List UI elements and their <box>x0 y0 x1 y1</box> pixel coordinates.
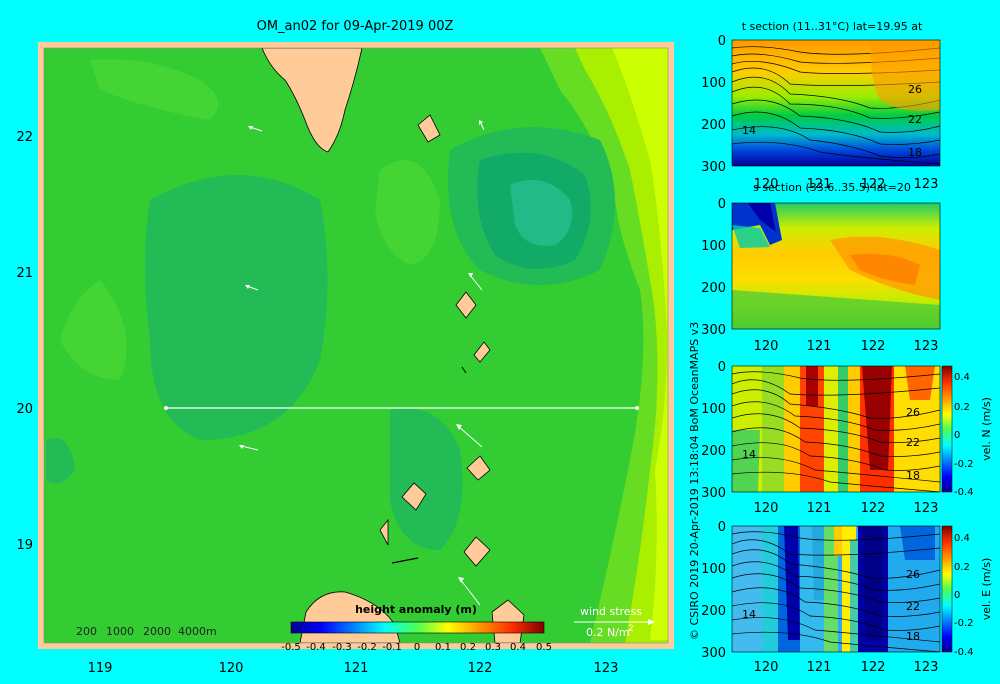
colorbar-tick: 0 <box>414 642 420 653</box>
depth-legend-item: 200 <box>76 625 97 638</box>
colorbar-tick: 0.4 <box>510 642 526 653</box>
vel-n-panel: 0 100 200 300 120 121 122 123 26 22 18 1… <box>701 360 993 516</box>
x-tick: 123 <box>914 177 939 192</box>
height-anomaly-colorbar <box>290 621 545 634</box>
contour-label: 14 <box>742 124 756 137</box>
panel-title: s section (33.6..35.5) lat=20 <box>753 181 911 194</box>
contour-label: 14 <box>742 608 756 621</box>
y-tick: 300 <box>701 486 726 501</box>
colorbar-tick: 0.2 <box>460 642 476 653</box>
y-tick: 300 <box>701 323 726 338</box>
contour-label: 14 <box>742 448 756 461</box>
credit-text: © CSIRO 2019 20-Apr-2019 13:18:04 BoM Oc… <box>688 322 701 640</box>
wind-scale-value: 0.2 N/m <box>586 626 630 639</box>
y-tick: 0 <box>718 34 726 49</box>
x-tick: 121 <box>807 339 832 354</box>
map-title: OM_an02 for 09-Apr-2019 00Z <box>257 19 454 34</box>
figure-canvas: OM_an02 for 09-Apr-2019 00Z 119 120 121 … <box>16 19 993 676</box>
map-y-tick: 21 <box>16 266 33 281</box>
colorbar-tick: 0.4 <box>954 372 970 383</box>
x-tick: 123 <box>914 501 939 516</box>
y-tick: 200 <box>701 444 726 459</box>
wind-stress-label: wind stress <box>580 605 642 618</box>
contour-label: 18 <box>908 146 922 159</box>
x-tick: 122 <box>861 660 886 675</box>
x-tick: 123 <box>914 660 939 675</box>
x-tick: 121 <box>807 660 832 675</box>
colorbar-tick: 0.4 <box>954 533 970 544</box>
colorbar-tick: 0.5 <box>536 642 552 653</box>
colorbar-tick: 0 <box>954 590 960 601</box>
colorbar-tick: -0.4 <box>954 487 974 498</box>
map-x-tick: 121 <box>344 661 369 676</box>
s-section-panel: s section (33.6..35.5) lat=20 0 100 200 … <box>701 181 941 354</box>
colorbar-tick: 0.2 <box>954 402 970 413</box>
x-tick: 120 <box>754 339 779 354</box>
map-y-tick: 19 <box>16 538 33 553</box>
y-tick: 100 <box>701 562 726 577</box>
colorbar-tick: -0.3 <box>332 642 352 653</box>
y-tick: 300 <box>701 646 726 661</box>
depth-legend-item: 2000 <box>143 625 171 638</box>
y-tick: 100 <box>701 239 726 254</box>
colorbar-title: height anomaly (m) <box>355 603 477 616</box>
colorbar-tick: -0.4 <box>306 642 326 653</box>
map-x-tick: 119 <box>88 661 113 676</box>
x-tick: 120 <box>754 501 779 516</box>
x-tick: 122 <box>861 339 886 354</box>
y-tick: 300 <box>701 160 726 175</box>
map-y-ticks: 22 21 20 19 <box>16 130 33 553</box>
colorbar-tick: -0.5 <box>281 642 301 653</box>
colorbar-tick: -0.4 <box>954 647 974 658</box>
depth-legend-item: 1000 <box>106 625 134 638</box>
wind-scale-superscript: 2 <box>628 624 634 634</box>
vel-e-panel: 0 100 200 300 120 121 122 123 26 22 18 1… <box>701 520 993 675</box>
contour-label: 18 <box>906 469 920 482</box>
x-tick: 121 <box>807 501 832 516</box>
contour-label: 22 <box>906 436 920 449</box>
y-tick: 0 <box>718 360 726 375</box>
y-tick: 0 <box>718 520 726 535</box>
vel-n-colorbar <box>941 365 953 493</box>
x-tick: 122 <box>861 501 886 516</box>
map-x-tick: 123 <box>594 661 619 676</box>
map-y-tick: 20 <box>16 402 33 417</box>
y-tick: 200 <box>701 281 726 296</box>
y-tick: 200 <box>701 118 726 133</box>
colorbar-tick: -0.2 <box>954 618 974 629</box>
t-section-panel: t section (11..31°C) lat=19.95 at 0 100 … <box>701 20 941 192</box>
vel-e-colorbar <box>941 525 953 653</box>
panel-title: t section (11..31°C) lat=19.95 at <box>742 20 923 33</box>
colorbar-tick: 0 <box>954 430 960 441</box>
colorbar-tick: 0.2 <box>954 562 970 573</box>
depth-legend-item: 4000m <box>178 625 217 638</box>
map-y-tick: 22 <box>16 130 33 145</box>
map-x-ticks: 119 120 121 122 123 <box>88 661 619 676</box>
colorbar-tick: -0.2 <box>357 642 377 653</box>
colorbar-tick: 0.3 <box>485 642 501 653</box>
map-x-tick: 120 <box>219 661 244 676</box>
map-field <box>44 48 668 643</box>
colorbar-tick: 0.1 <box>435 642 451 653</box>
contour-label: 22 <box>908 113 922 126</box>
y-tick: 200 <box>701 604 726 619</box>
y-tick: 100 <box>701 76 726 91</box>
colorbar-label: vel. N (m/s) <box>980 397 993 461</box>
colorbar-ticks: -0.5 -0.4 -0.3 -0.2 -0.1 0 0.1 0.2 0.3 0… <box>281 642 552 653</box>
contour-label: 18 <box>906 630 920 643</box>
y-tick: 100 <box>701 402 726 417</box>
contour-label: 26 <box>906 568 920 581</box>
colorbar-tick: -0.1 <box>382 642 402 653</box>
map-x-tick: 122 <box>468 661 493 676</box>
x-tick: 123 <box>914 339 939 354</box>
contour-label: 22 <box>906 600 920 613</box>
colorbar-label: vel. E (m/s) <box>980 558 993 621</box>
x-tick: 120 <box>754 660 779 675</box>
contour-label: 26 <box>906 406 920 419</box>
y-tick: 0 <box>718 197 726 212</box>
contour-label: 26 <box>908 83 922 96</box>
colorbar-tick: -0.2 <box>954 459 974 470</box>
